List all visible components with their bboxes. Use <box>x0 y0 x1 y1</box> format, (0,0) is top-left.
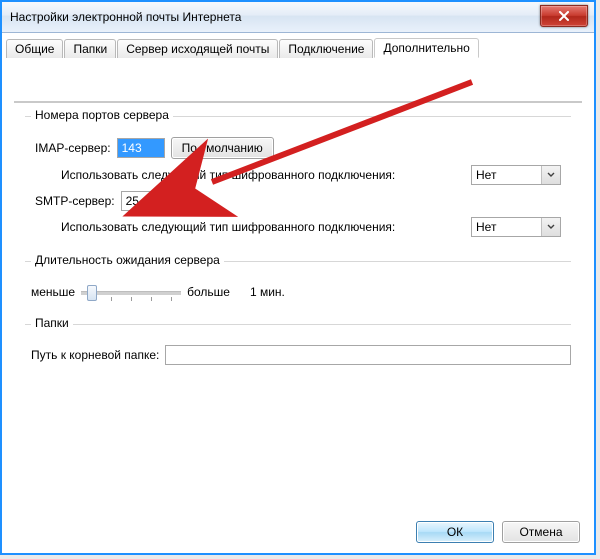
row-timeout: меньше больше 1 мин. <box>25 282 571 302</box>
row-smtp: SMTP-сервер: <box>35 191 561 211</box>
timeout-more-label: больше <box>187 285 230 299</box>
defaults-button[interactable]: По умолчанию <box>171 137 274 159</box>
chevron-down-icon <box>541 218 560 236</box>
group-timeout: Длительность ожидания сервера меньше бол… <box>25 261 571 310</box>
group-timeout-legend: Длительность ожидания сервера <box>31 253 224 267</box>
imap-encryption-label: Использовать следующий тип шифрованного … <box>61 168 395 182</box>
dialog-footer: ОК Отмена <box>416 521 580 543</box>
group-folders-legend: Папки <box>31 316 73 330</box>
root-path-input[interactable] <box>165 345 571 365</box>
row-root-path: Путь к корневой папке: <box>25 345 571 365</box>
row-imap-encryption: Использовать следующий тип шифрованного … <box>35 165 561 185</box>
tab-strip: Общие Папки Сервер исходящей почты Подкл… <box>6 37 480 57</box>
smtp-encryption-label: Использовать следующий тип шифрованного … <box>61 220 395 234</box>
imap-port-input[interactable] <box>117 138 165 158</box>
tab-general[interactable]: Общие <box>6 39 63 58</box>
cancel-button[interactable]: Отмена <box>502 521 580 543</box>
close-icon <box>558 11 570 21</box>
timeout-less-label: меньше <box>31 285 75 299</box>
tab-folders[interactable]: Папки <box>64 39 116 58</box>
close-button[interactable] <box>540 5 588 27</box>
row-imap: IMAP-сервер: По умолчанию <box>35 137 561 159</box>
imap-label: IMAP-сервер: <box>35 141 111 155</box>
tab-panel-advanced: Номера портов сервера IMAP-сервер: По ум… <box>14 101 582 103</box>
root-path-label: Путь к корневой папке: <box>31 348 159 362</box>
group-server-ports: Номера портов сервера IMAP-сервер: По ум… <box>25 116 571 247</box>
imap-encryption-value: Нет <box>472 168 541 182</box>
tab-connection[interactable]: Подключение <box>279 39 373 58</box>
smtp-encryption-value: Нет <box>472 220 541 234</box>
group-server-ports-legend: Номера портов сервера <box>31 108 173 122</box>
row-smtp-encryption: Использовать следующий тип шифрованного … <box>35 217 561 237</box>
dialog-window: Настройки электронной почты Интернета Об… <box>0 0 596 555</box>
window-title: Настройки электронной почты Интернета <box>10 10 241 24</box>
ok-button[interactable]: ОК <box>416 521 494 543</box>
smtp-port-input[interactable] <box>121 191 169 211</box>
tab-outgoing[interactable]: Сервер исходящей почты <box>117 39 278 58</box>
chevron-down-icon <box>541 166 560 184</box>
timeout-duration: 1 мин. <box>250 285 285 299</box>
imap-encryption-select[interactable]: Нет <box>471 165 561 185</box>
slider-thumb[interactable] <box>87 285 97 301</box>
group-folders: Папки Путь к корневой папке: <box>25 324 571 373</box>
titlebar: Настройки электронной почты Интернета <box>2 2 594 33</box>
smtp-encryption-select[interactable]: Нет <box>471 217 561 237</box>
smtp-label: SMTP-сервер: <box>35 194 115 208</box>
timeout-slider[interactable] <box>81 282 181 302</box>
tab-advanced[interactable]: Дополнительно <box>374 38 478 58</box>
